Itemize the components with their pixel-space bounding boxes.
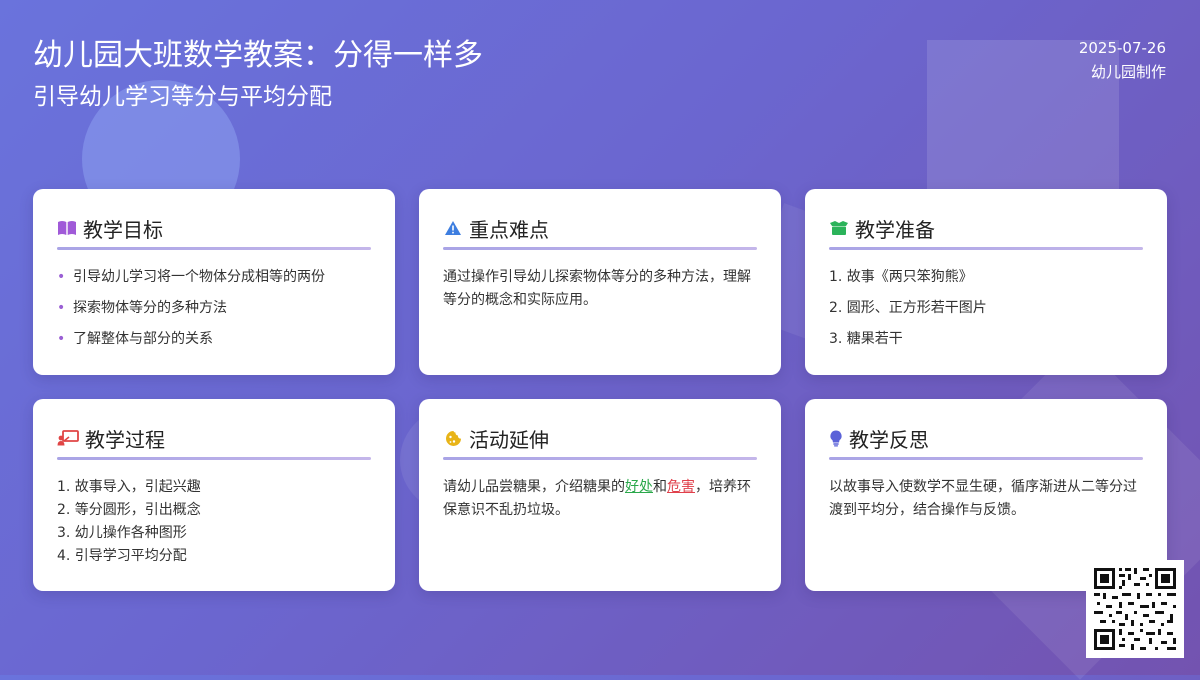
qr-code-image xyxy=(1086,560,1184,658)
benefit-highlight: 好处 xyxy=(625,479,653,495)
extension-text-part: 请幼儿品尝糖果，介绍糖果的 xyxy=(443,479,625,495)
list-item: 1. 故事导入，引起兴趣 xyxy=(57,479,201,495)
harm-highlight: 危害 xyxy=(667,479,695,495)
card-body: 1. 故事《两只笨狗熊》 2. 圆形、正方形若干图片 3. 糖果若干 xyxy=(829,266,1143,351)
extension-text-part: 和 xyxy=(653,479,667,495)
card-title: 教学反思 xyxy=(849,427,929,452)
card-divider xyxy=(443,247,757,250)
card-title: 教学准备 xyxy=(855,217,935,242)
list-item: 2. 等分圆形，引出概念 xyxy=(57,502,201,518)
card-title: 重点难点 xyxy=(469,217,549,242)
list-item-text: 了解整体与部分的关系 xyxy=(73,331,213,347)
card-body: • 引导幼儿学习将一个物体分成相等的两份 • 探索物体等分的多种方法 • 了解整体与部… xyxy=(57,266,371,351)
card-header: 教学过程 xyxy=(57,425,371,452)
book-icon xyxy=(57,218,77,238)
card-title: 教学目标 xyxy=(83,217,163,242)
page-title: 幼儿园大班数学教案：分得一样多 xyxy=(33,38,483,73)
prep-list: 1. 故事《两只笨狗熊》 2. 圆形、正方形若干图片 3. 糖果若干 xyxy=(829,266,1143,351)
card-header: 教学反思 xyxy=(829,425,1143,452)
card-key-points: 重点难点 通过操作引导幼儿探索物体等分的多种方法，理解等分的概念和实际应用。 xyxy=(419,189,781,375)
reflection-text: 以故事导入使数学不显生硬，循序渐进从二等分过渡到平均分，结合操作与反馈。 xyxy=(829,479,1137,518)
card-divider xyxy=(57,247,371,250)
key-points-text: 通过操作引导幼儿探索物体等分的多种方法，理解等分的概念和实际应用。 xyxy=(443,269,751,308)
list-item: 3. 糖果若干 xyxy=(829,331,903,347)
card-divider xyxy=(57,457,371,460)
bullet-icon: • xyxy=(57,269,66,285)
list-item: 1. 故事《两只笨狗熊》 xyxy=(829,269,973,285)
author-label: 幼儿园制作 xyxy=(1090,63,1166,81)
list-item: 2. 圆形、正方形若干图片 xyxy=(829,300,987,316)
list-item: • 探索物体等分的多种方法 xyxy=(57,297,371,320)
page-subtitle: 引导幼儿学习等分与平均分配 xyxy=(33,84,332,110)
card-header: 教学准备 xyxy=(829,215,1143,242)
process-list: 1. 故事导入，引起兴趣 2. 等分圆形，引出概念 3. 幼儿操作各种图形 4.… xyxy=(57,476,371,568)
box-icon xyxy=(829,218,849,238)
card-body: 1. 故事导入，引起兴趣 2. 等分圆形，引出概念 3. 幼儿操作各种图形 4.… xyxy=(57,476,371,568)
qr-code xyxy=(1086,560,1184,658)
extension-text: 请幼儿品尝糖果，介绍糖果的好处和危害，培养环保意识不乱扔垃圾。 xyxy=(443,476,757,522)
list-item: • 了解整体与部分的关系 xyxy=(57,328,371,351)
card-divider xyxy=(443,457,757,460)
goals-list: • 引导幼儿学习将一个物体分成相等的两份 • 探索物体等分的多种方法 • 了解整体与部… xyxy=(57,266,371,351)
list-item: • 引导幼儿学习将一个物体分成相等的两份 xyxy=(57,266,371,289)
card-title: 活动延伸 xyxy=(469,427,549,452)
warning-icon xyxy=(443,218,463,238)
list-item: 3. 幼儿操作各种图形 xyxy=(57,525,187,541)
list-item: 4. 引导学习平均分配 xyxy=(57,548,187,564)
bullet-icon: • xyxy=(57,331,66,347)
card-header: 教学目标 xyxy=(57,215,371,242)
header-meta: 2025-07-26 幼儿园制作 xyxy=(1079,36,1166,84)
date-label: 2025-07-26 xyxy=(1078,39,1166,57)
card-extension: 活动延伸 请幼儿品尝糖果，介绍糖果的好处和危害，培养环保意识不乱扔垃圾。 xyxy=(419,399,781,591)
card-process: 教学过程 1. 故事导入，引起兴趣 2. 等分圆形，引出概念 3. 幼儿操作各种… xyxy=(33,399,395,591)
teacher-icon xyxy=(57,428,79,448)
card-header: 重点难点 xyxy=(443,215,757,242)
lightbulb-icon xyxy=(829,428,843,448)
card-header: 活动延伸 xyxy=(443,425,757,452)
card-goals: 教学目标 • 引导幼儿学习将一个物体分成相等的两份 • 探索物体等分的多种方法 • 了… xyxy=(33,189,395,375)
card-title: 教学过程 xyxy=(85,427,165,452)
card-divider xyxy=(829,247,1143,250)
card-divider xyxy=(829,457,1143,460)
bullet-icon: • xyxy=(57,300,66,316)
list-item-text: 引导幼儿学习将一个物体分成相等的两份 xyxy=(73,269,325,285)
list-item-text: 探索物体等分的多种方法 xyxy=(73,300,227,316)
card-preparation: 教学准备 1. 故事《两只笨狗熊》 2. 圆形、正方形若干图片 3. 糖果若干 xyxy=(805,189,1167,375)
cookie-icon xyxy=(443,428,463,448)
